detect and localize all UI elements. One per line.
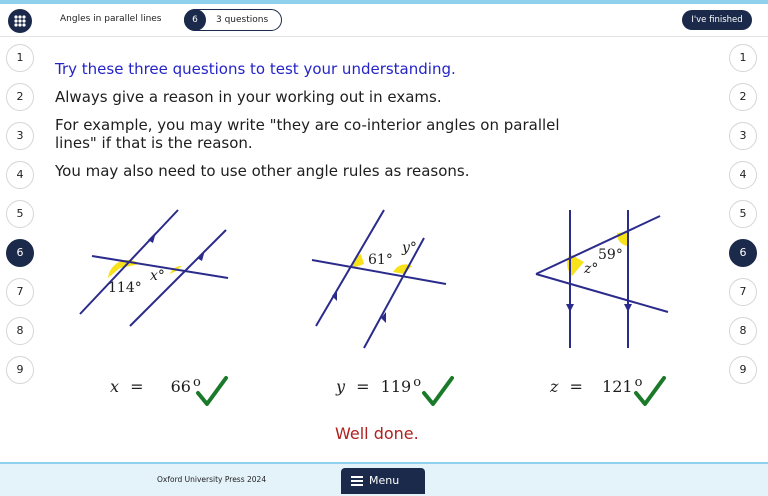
answer-value: 121 [602, 377, 633, 396]
answer-x: x = 66 o [110, 375, 240, 409]
answer-equals: = [569, 377, 583, 396]
parallel-arrow-icon [566, 304, 574, 312]
answer-var: z [550, 377, 559, 396]
hamburger-icon [351, 476, 363, 486]
correct-tick-icon [422, 376, 454, 406]
angle-label-59: 59° [598, 247, 623, 263]
angle-label-z: z° [583, 261, 598, 277]
angle-diagrams: 114° x° 61° y° 59° z° [79, 209, 669, 349]
angle-label-y: y° [401, 240, 417, 256]
footer-bar: Oxford University Press 2024 Menu [0, 462, 768, 496]
parallel-arrow-icon [624, 304, 632, 312]
angle-label-61: 61° [368, 252, 393, 268]
answer-equals: = [130, 377, 144, 396]
angle-label-114: 114° [108, 280, 142, 296]
diagram-3 [535, 210, 669, 348]
menu-label: Menu [369, 474, 400, 487]
answer-equals: = [356, 377, 370, 396]
answer-y: y = 119 o [336, 375, 466, 409]
diagram-2 [311, 209, 447, 349]
answer-value: 66 [170, 377, 191, 396]
correct-tick-icon [634, 376, 666, 406]
answer-value: 119 [380, 377, 412, 396]
feedback-message: Well done. [335, 424, 419, 443]
angle-label-x: x° [150, 268, 165, 284]
answer-var: y [336, 377, 346, 396]
answer-var: x [110, 377, 120, 396]
menu-button[interactable]: Menu [341, 468, 425, 494]
correct-tick-icon [196, 376, 228, 406]
parallel-arrow-icon [197, 250, 205, 261]
copyright-text: Oxford University Press 2024 [157, 475, 267, 484]
answer-z: z = 121 o [550, 375, 680, 409]
